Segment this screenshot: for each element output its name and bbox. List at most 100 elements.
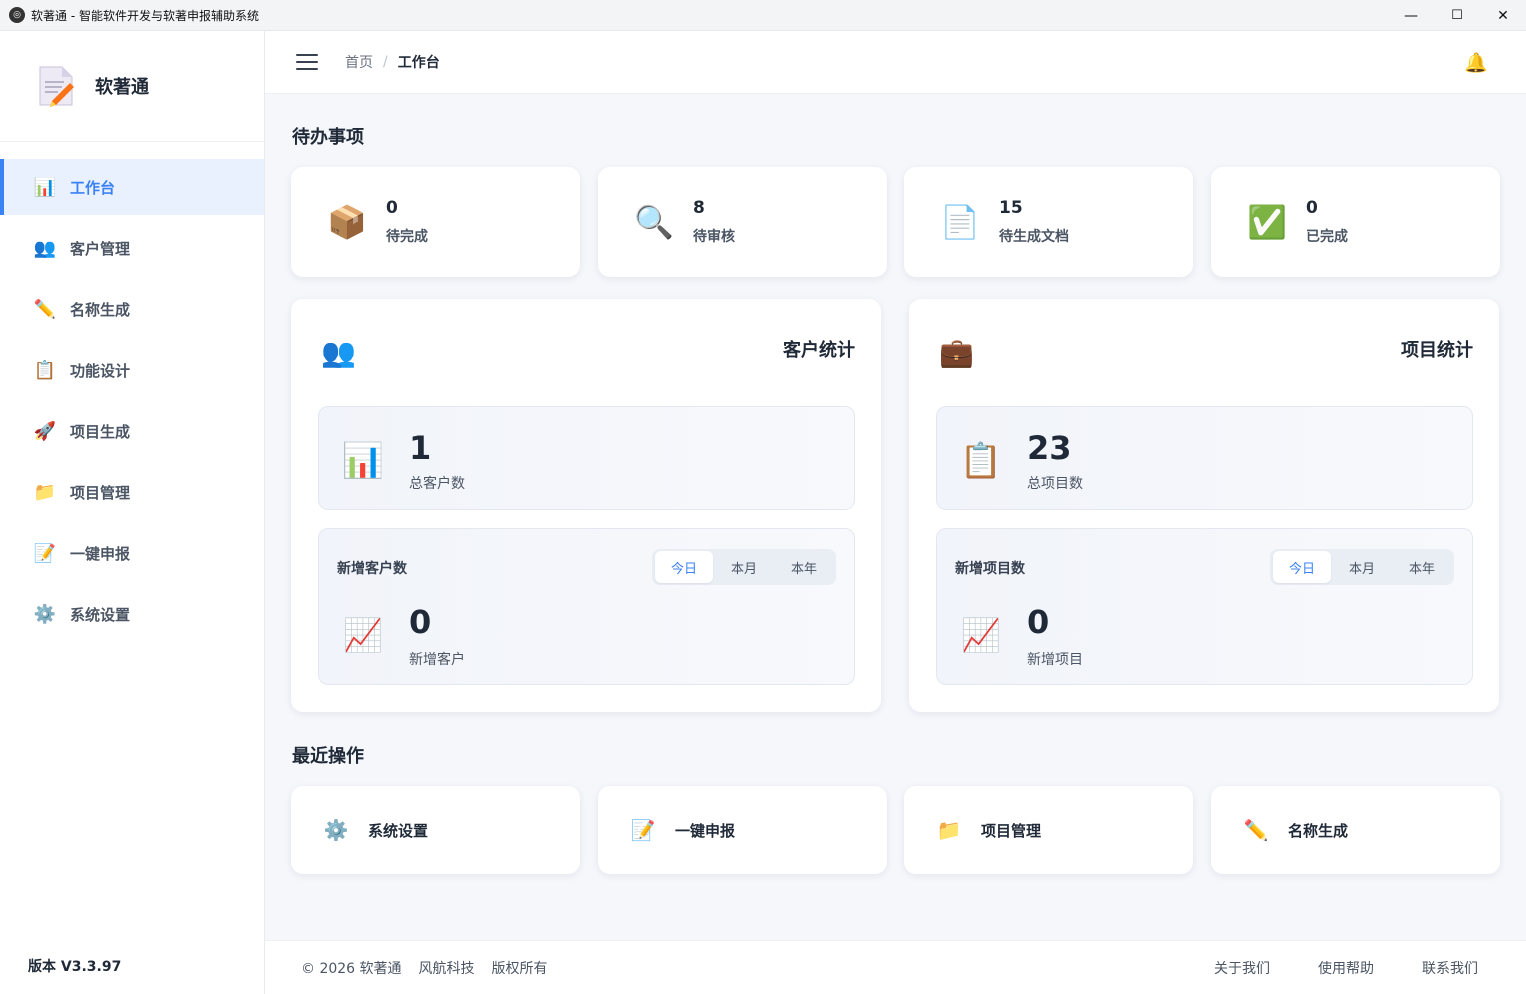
- window-titlebar: ◎ 软著通 - 智能软件开发与软著申报辅助系统 — ☐ ✕: [0, 0, 1526, 31]
- document-pen-icon: 📝: [33, 542, 57, 564]
- new-customers-value: 0: [409, 603, 432, 641]
- sidebar-item-label: 项目生成: [70, 422, 131, 441]
- total-projects-label: 总项目数: [1027, 476, 1083, 492]
- folder-icon: 📁: [936, 818, 962, 842]
- minimize-button[interactable]: —: [1388, 0, 1434, 31]
- recent-item-label: 名称生成: [1288, 821, 1349, 840]
- footer-links: 关于我们 使用帮助 联系我们: [1166, 958, 1478, 978]
- app-icon: ◎: [9, 7, 25, 23]
- sidebar-item-project-management[interactable]: 📁 项目管理: [0, 464, 264, 520]
- sidebar-item-project-generation[interactable]: 🚀 项目生成: [0, 403, 264, 459]
- breadcrumb: 首页 / 工作台: [345, 52, 440, 72]
- customer-stats-card: 👥 客户统计 📊 1 总客户数 新增客户数 今日 本月 本年 📈 0 新增客户: [291, 299, 881, 712]
- window-title: 软著通 - 智能软件开发与软著申报辅助系统: [31, 8, 259, 23]
- new-customers-title: 新增客户数: [337, 561, 407, 577]
- brand-logo-icon: [36, 65, 76, 107]
- pencil-icon: ✏️: [1243, 818, 1269, 842]
- maximize-button[interactable]: ☐: [1434, 0, 1480, 31]
- close-button[interactable]: ✕: [1480, 0, 1526, 31]
- tab-year[interactable]: 本年: [1393, 551, 1451, 583]
- todo-label: 已完成: [1306, 229, 1348, 245]
- breadcrumb-current: 工作台: [397, 55, 440, 71]
- todo-count: 15: [999, 198, 1023, 218]
- footer-copyright: © 2026 软著通: [301, 960, 402, 977]
- users-icon: 👥: [33, 237, 57, 259]
- sidebar-item-feature-design[interactable]: 📋 功能设计: [0, 342, 264, 398]
- total-projects-value: 23: [1027, 429, 1072, 467]
- trend-chart-icon: 📈: [343, 616, 383, 654]
- todo-card-pending[interactable]: 📦 0 待完成: [291, 167, 580, 277]
- menu-toggle-icon[interactable]: [296, 54, 318, 70]
- document-icon: 📄: [940, 203, 980, 241]
- package-icon: 📦: [327, 203, 367, 241]
- document-pen-icon: 📝: [630, 818, 656, 842]
- bar-chart-icon: 📊: [33, 176, 57, 198]
- sidebar-item-settings[interactable]: ⚙️ 系统设置: [0, 586, 264, 642]
- footer-link-contact[interactable]: 联系我们: [1422, 958, 1478, 978]
- todo-label: 待生成文档: [999, 229, 1069, 245]
- todo-card-review[interactable]: 🔍 8 待审核: [598, 167, 887, 277]
- bar-chart-icon: 📊: [341, 441, 385, 481]
- new-projects-title: 新增项目数: [955, 561, 1025, 577]
- footer-link-about[interactable]: 关于我们: [1214, 958, 1270, 978]
- total-customers-value: 1: [409, 429, 432, 467]
- recent-item-name-generation[interactable]: ✏️ 名称生成: [1211, 786, 1500, 874]
- clipboard-icon: 📋: [33, 359, 57, 381]
- footer-company: 风航科技: [418, 960, 475, 977]
- tab-year[interactable]: 本年: [775, 551, 833, 583]
- new-projects-value: 0: [1027, 603, 1050, 641]
- tab-month[interactable]: 本月: [715, 551, 773, 583]
- new-customers-box: 新增客户数 今日 本月 本年 📈 0 新增客户: [318, 528, 855, 685]
- recent-item-label: 系统设置: [368, 821, 429, 840]
- tab-today[interactable]: 今日: [655, 551, 713, 583]
- magnifier-icon: 🔍: [634, 203, 674, 241]
- pencil-icon: ✏️: [33, 298, 57, 320]
- breadcrumb-home[interactable]: 首页: [345, 52, 373, 72]
- footer-rights: 版权所有: [491, 960, 548, 977]
- sidebar-item-label: 工作台: [70, 178, 116, 197]
- project-stats-title: 项目统计: [1401, 340, 1473, 361]
- todo-label: 待审核: [693, 229, 735, 245]
- recent-item-label: 项目管理: [981, 821, 1042, 840]
- gear-icon: ⚙️: [323, 818, 349, 842]
- recent-item-settings[interactable]: ⚙️ 系统设置: [291, 786, 580, 874]
- total-projects-box: 📋 23 总项目数: [936, 406, 1473, 510]
- recent-item-project-management[interactable]: 📁 项目管理: [904, 786, 1193, 874]
- todo-card-docs[interactable]: 📄 15 待生成文档: [904, 167, 1193, 277]
- recent-item-submit[interactable]: 📝 一键申报: [598, 786, 887, 874]
- new-projects-box: 新增项目数 今日 本月 本年 📈 0 新增项目: [936, 528, 1473, 685]
- brand-name: 软著通: [95, 77, 149, 98]
- todo-label: 待完成: [386, 229, 428, 245]
- customer-period-tabs: 今日 本月 本年: [652, 549, 836, 585]
- sidebar-item-label: 项目管理: [70, 483, 131, 502]
- todo-count: 8: [693, 198, 705, 218]
- sidebar-item-label: 一键申报: [70, 544, 131, 563]
- sidebar: 软著通 📊 工作台 👥 客户管理 ✏️ 名称生成 📋 功能设计 🚀 项目生成 📁…: [0, 31, 265, 994]
- breadcrumb-separator: /: [383, 54, 388, 70]
- trend-chart-icon: 📈: [961, 616, 1001, 654]
- new-customers-label: 新增客户: [409, 652, 465, 668]
- folder-icon: 📁: [33, 481, 57, 503]
- sidebar-item-name-generation[interactable]: ✏️ 名称生成: [0, 281, 264, 337]
- tab-today[interactable]: 今日: [1273, 551, 1331, 583]
- users-icon: 👥: [321, 336, 356, 369]
- sidebar-item-customers[interactable]: 👥 客户管理: [0, 220, 264, 276]
- todo-count: 0: [386, 198, 398, 218]
- sidebar-item-label: 名称生成: [70, 300, 131, 319]
- sidebar-nav: 📊 工作台 👥 客户管理 ✏️ 名称生成 📋 功能设计 🚀 项目生成 📁 项目管…: [0, 159, 264, 642]
- todo-section-title: 待办事项: [292, 127, 364, 148]
- briefcase-icon: 💼: [939, 336, 974, 369]
- sidebar-item-workbench[interactable]: 📊 工作台: [0, 159, 264, 215]
- sidebar-item-label: 功能设计: [70, 361, 131, 380]
- tab-month[interactable]: 本月: [1333, 551, 1391, 583]
- top-header: 首页 / 工作台 🔔: [265, 31, 1526, 94]
- recent-section-title: 最近操作: [292, 746, 364, 767]
- bell-icon[interactable]: 🔔: [1464, 51, 1488, 74]
- footer-link-help[interactable]: 使用帮助: [1318, 958, 1374, 978]
- sidebar-item-label: 系统设置: [70, 605, 131, 624]
- sidebar-item-one-click-submit[interactable]: 📝 一键申报: [0, 525, 264, 581]
- gear-icon: ⚙️: [33, 603, 57, 625]
- project-period-tabs: 今日 本月 本年: [1270, 549, 1454, 585]
- todo-card-done[interactable]: ✅ 0 已完成: [1211, 167, 1500, 277]
- recent-item-label: 一键申报: [675, 821, 736, 840]
